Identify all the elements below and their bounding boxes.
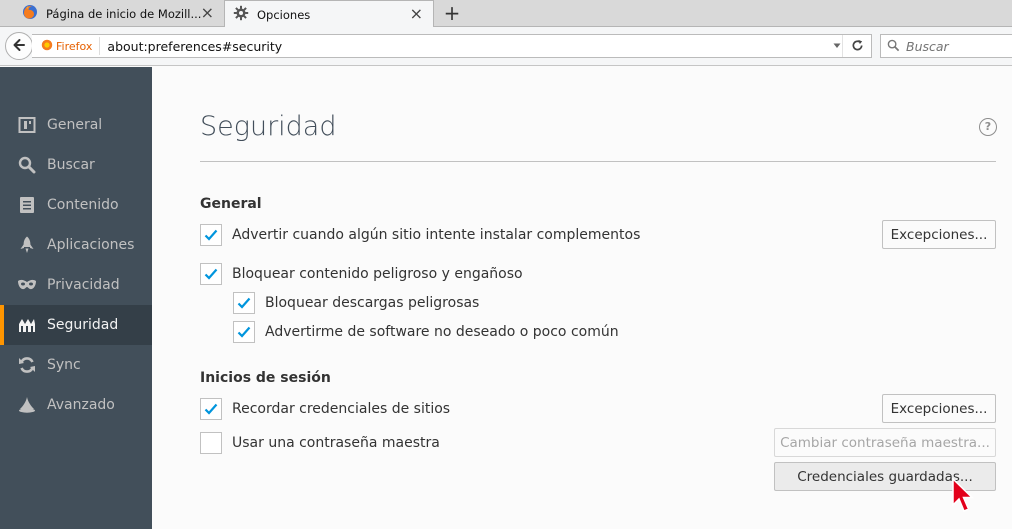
general-icon <box>16 114 38 136</box>
back-button[interactable] <box>5 32 33 60</box>
search-icon <box>16 154 38 176</box>
remember-logins-row[interactable]: Recordar credenciales de sitios <box>200 398 450 420</box>
group-title-logins: Inicios de sesión <box>200 370 331 386</box>
url-text[interactable]: about:preferences#security <box>107 39 282 54</box>
chevron-down-icon <box>833 42 841 51</box>
remember-logins-checkbox[interactable] <box>200 398 222 420</box>
master-password-row[interactable]: Usar una contraseña maestra <box>200 432 440 454</box>
close-icon[interactable]: × <box>201 5 214 21</box>
tab-strip: Página de inicio de Mozill... × Opciones… <box>0 0 1012 28</box>
warn-unwanted-label: Advertirme de software no deseado o poco… <box>265 324 619 340</box>
gear-icon <box>233 5 249 24</box>
sidebar-item-label: Avanzado <box>47 397 115 413</box>
sidebar-item-sync[interactable]: Sync <box>0 345 152 385</box>
sidebar-item-label: Contenido <box>47 197 119 213</box>
wizard-icon <box>16 394 38 416</box>
mask-icon <box>16 274 38 296</box>
logins-exceptions-button[interactable]: Excepciones... <box>882 394 996 423</box>
tab-options[interactable]: Opciones × <box>224 0 434 28</box>
sidebar-item-label: Buscar <box>47 157 95 173</box>
block-dangerous-label: Bloquear contenido peligroso y engañoso <box>232 266 523 282</box>
checkmark-icon <box>204 403 218 415</box>
tab-title: Opciones <box>257 7 311 22</box>
remember-logins-label: Recordar credenciales de sitios <box>232 401 451 417</box>
firefox-icon <box>22 4 38 23</box>
history-dropdown-button[interactable] <box>831 35 843 57</box>
search-bar[interactable] <box>880 34 1012 58</box>
reload-icon <box>851 37 864 56</box>
checkmark-icon <box>237 326 251 338</box>
mouse-cursor-icon <box>952 477 976 518</box>
checkmark-icon <box>204 268 218 280</box>
category-sidebar: General Buscar Contenido Aplicaciones Pr… <box>0 67 152 529</box>
new-tab-button[interactable]: + <box>440 1 464 25</box>
tab-mozilla-start[interactable]: Página de inicio de Mozill... × <box>0 0 224 27</box>
security-icon <box>16 314 38 336</box>
sidebar-item-label: Aplicaciones <box>47 237 135 253</box>
sidebar-item-label: Seguridad <box>47 317 119 333</box>
sidebar-item-label: General <box>47 117 103 133</box>
sidebar-item-label: Sync <box>47 357 81 373</box>
reload-button[interactable] <box>843 35 871 57</box>
warn-addons-label: Advertir cuando algún sitio intente inst… <box>232 227 641 243</box>
rocket-icon <box>16 234 38 256</box>
master-password-checkbox[interactable] <box>200 432 222 454</box>
block-downloads-checkbox[interactable] <box>233 292 255 314</box>
change-master-password-button[interactable]: Cambiar contraseña maestra... <box>774 428 996 457</box>
navigation-toolbar: Firefox about:preferences#security <box>0 27 1012 66</box>
sidebar-item-general[interactable]: General <box>0 105 152 145</box>
url-bar[interactable]: Firefox about:preferences#security <box>32 34 872 58</box>
identity-label: Firefox <box>56 39 93 53</box>
sync-icon <box>16 354 38 376</box>
block-dangerous-checkbox[interactable] <box>200 263 222 285</box>
warn-addons-row[interactable]: Advertir cuando algún sitio intente inst… <box>200 224 640 246</box>
help-icon[interactable]: ? <box>979 118 997 136</box>
preferences-pane: Seguridad ? General Advertir cuando algú… <box>152 67 1012 529</box>
checkmark-icon <box>237 297 251 309</box>
block-downloads-label: Bloquear descargas peligrosas <box>265 295 480 311</box>
tab-title: Página de inicio de Mozill... <box>46 6 202 21</box>
warn-unwanted-row[interactable]: Advertirme de software no deseado o poco… <box>233 321 619 343</box>
sidebar-item-content[interactable]: Contenido <box>0 185 152 225</box>
document-icon <box>16 194 38 216</box>
group-title-general: General <box>200 196 262 212</box>
page-title: Seguridad <box>200 111 337 142</box>
master-password-label: Usar una contraseña maestra <box>232 435 440 451</box>
sidebar-item-security[interactable]: Seguridad <box>0 305 152 345</box>
sidebar-item-search[interactable]: Buscar <box>0 145 152 185</box>
search-input[interactable] <box>906 38 1006 54</box>
close-icon[interactable]: × <box>410 6 423 22</box>
search-icon <box>887 37 900 56</box>
header-divider <box>200 161 996 162</box>
sidebar-item-advanced[interactable]: Avanzado <box>0 385 152 425</box>
firefox-icon <box>41 39 53 54</box>
arrow-left-icon <box>12 37 26 56</box>
sidebar-item-applications[interactable]: Aplicaciones <box>0 225 152 265</box>
sidebar-item-privacy[interactable]: Privacidad <box>0 265 152 305</box>
block-dangerous-row[interactable]: Bloquear contenido peligroso y engañoso <box>200 263 523 285</box>
warn-addons-checkbox[interactable] <box>200 224 222 246</box>
addons-exceptions-button[interactable]: Excepciones... <box>882 220 996 249</box>
checkmark-icon <box>204 229 218 241</box>
sidebar-item-label: Privacidad <box>47 277 120 293</box>
identity-box[interactable]: Firefox <box>32 37 101 55</box>
warn-unwanted-checkbox[interactable] <box>233 321 255 343</box>
block-downloads-row[interactable]: Bloquear descargas peligrosas <box>233 292 479 314</box>
